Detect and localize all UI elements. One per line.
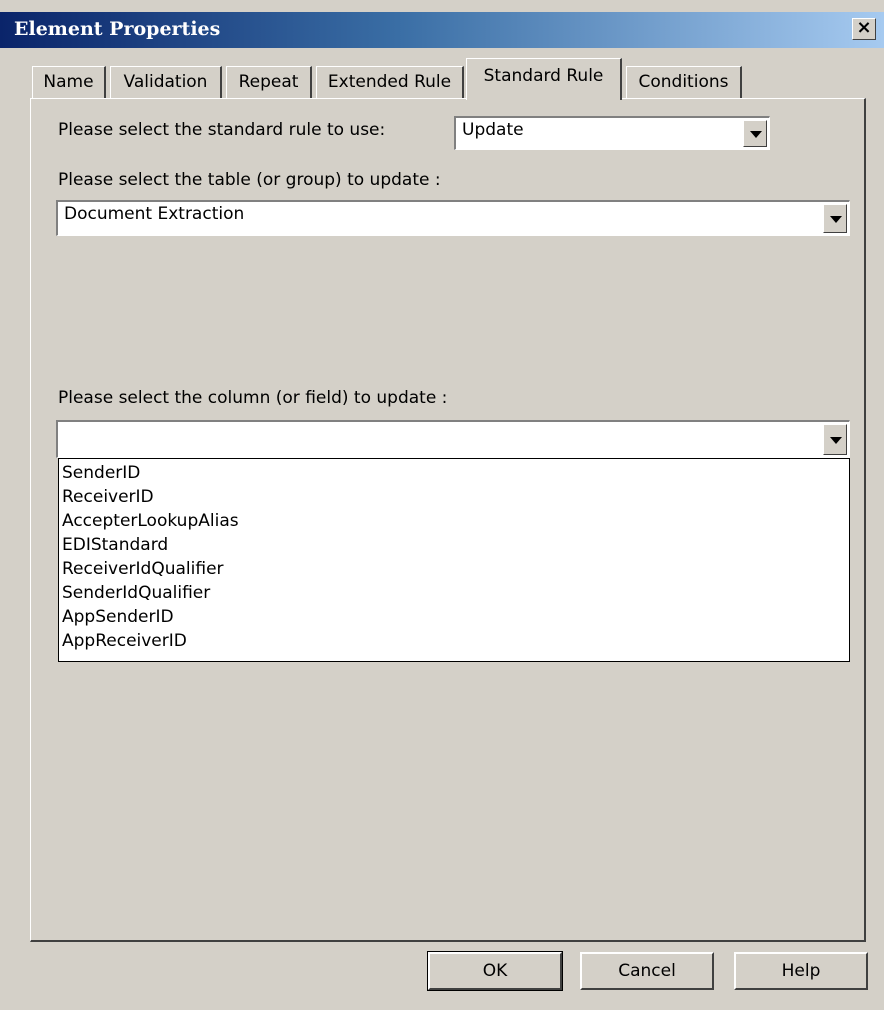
list-item[interactable]: ReceiverID [62, 485, 154, 509]
column-label: Please select the column (or field) to u… [58, 388, 448, 408]
list-item[interactable]: ReceiverIdQualifier [62, 557, 224, 581]
list-item[interactable]: SenderID [62, 461, 140, 485]
list-item[interactable]: AccepterLookupAlias [62, 509, 239, 533]
tab-repeat[interactable]: Repeat [226, 66, 312, 98]
window-title: Element Properties [14, 18, 221, 40]
cancel-button[interactable]: Cancel [580, 952, 714, 990]
help-button[interactable]: Help [734, 952, 868, 990]
chevron-down-icon[interactable] [823, 204, 847, 233]
title-bar[interactable]: Element Properties × [0, 12, 884, 48]
table-select[interactable]: Document Extraction [56, 200, 850, 236]
column-options-list: SenderID ReceiverID AccepterLookupAlias … [58, 458, 850, 662]
rule-label: Please select the standard rule to use: [58, 120, 386, 140]
rule-select-value: Update [462, 120, 524, 140]
table-select-value: Document Extraction [64, 204, 245, 224]
tab-name[interactable]: Name [32, 66, 106, 98]
list-item[interactable]: EDIStandard [62, 533, 168, 557]
chevron-down-icon[interactable] [823, 424, 847, 455]
element-properties-dialog: Element Properties × Name Validation Rep… [0, 0, 884, 1010]
tab-conditions[interactable]: Conditions [626, 66, 742, 98]
table-label: Please select the table (or group) to up… [58, 170, 441, 190]
tab-standard-rule[interactable]: Standard Rule [466, 58, 622, 100]
list-item[interactable]: AppSenderID [62, 605, 174, 629]
chevron-down-icon[interactable] [743, 120, 767, 147]
list-item[interactable]: AppReceiverID [62, 629, 187, 653]
tab-validation[interactable]: Validation [110, 66, 222, 98]
list-item[interactable]: SenderIdQualifier [62, 581, 210, 605]
ok-button[interactable]: OK [427, 951, 563, 991]
rule-select[interactable]: Update [454, 116, 770, 150]
close-icon[interactable]: × [852, 18, 876, 40]
tab-extended-rule[interactable]: Extended Rule [316, 66, 464, 98]
column-select[interactable] [56, 420, 850, 458]
